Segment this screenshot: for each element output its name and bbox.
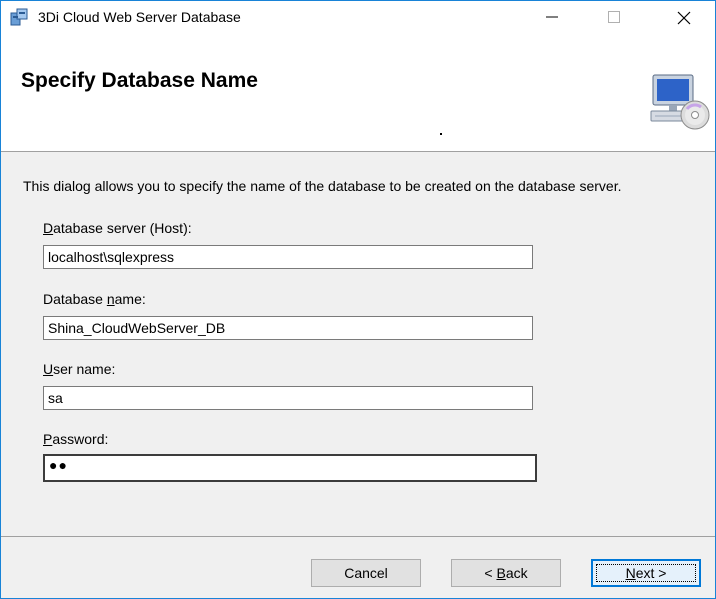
cancel-button-label: Cancel [344,565,388,581]
database-server-input[interactable] [43,245,533,269]
back-button[interactable]: < Back [451,559,561,587]
user-name-input[interactable] [43,386,533,410]
installer-window: 3Di Cloud Web Server Database Specify Da… [0,0,716,599]
close-button[interactable] [661,1,707,33]
focus-rectangle [596,564,696,582]
database-name-input[interactable] [43,316,533,340]
dialog-description: This dialog allows you to specify the na… [23,178,622,194]
minimize-icon [546,16,558,18]
header-banner: Specify Database Name [1,33,715,152]
installer-icon [9,7,29,27]
cancel-button[interactable]: Cancel [311,559,421,587]
minimize-button[interactable] [529,1,575,33]
password-input[interactable] [43,454,537,482]
password-label: Password: [43,431,109,447]
user-name-label: User name: [43,361,116,377]
maximize-icon [608,11,620,23]
footer-separator [1,536,715,537]
banner-dot [440,133,442,135]
database-server-label: Database server (Host): [43,220,192,236]
close-icon [677,11,691,25]
title-bar[interactable]: 3Di Cloud Web Server Database [1,1,715,33]
database-name-label: Database name: [43,291,146,307]
password-masked-value: ●● [49,457,68,473]
window-title: 3Di Cloud Web Server Database [38,9,241,25]
next-button[interactable]: Next > [591,559,701,587]
maximize-button[interactable] [591,1,637,33]
page-title: Specify Database Name [21,69,258,92]
computer-cd-icon [649,71,711,133]
